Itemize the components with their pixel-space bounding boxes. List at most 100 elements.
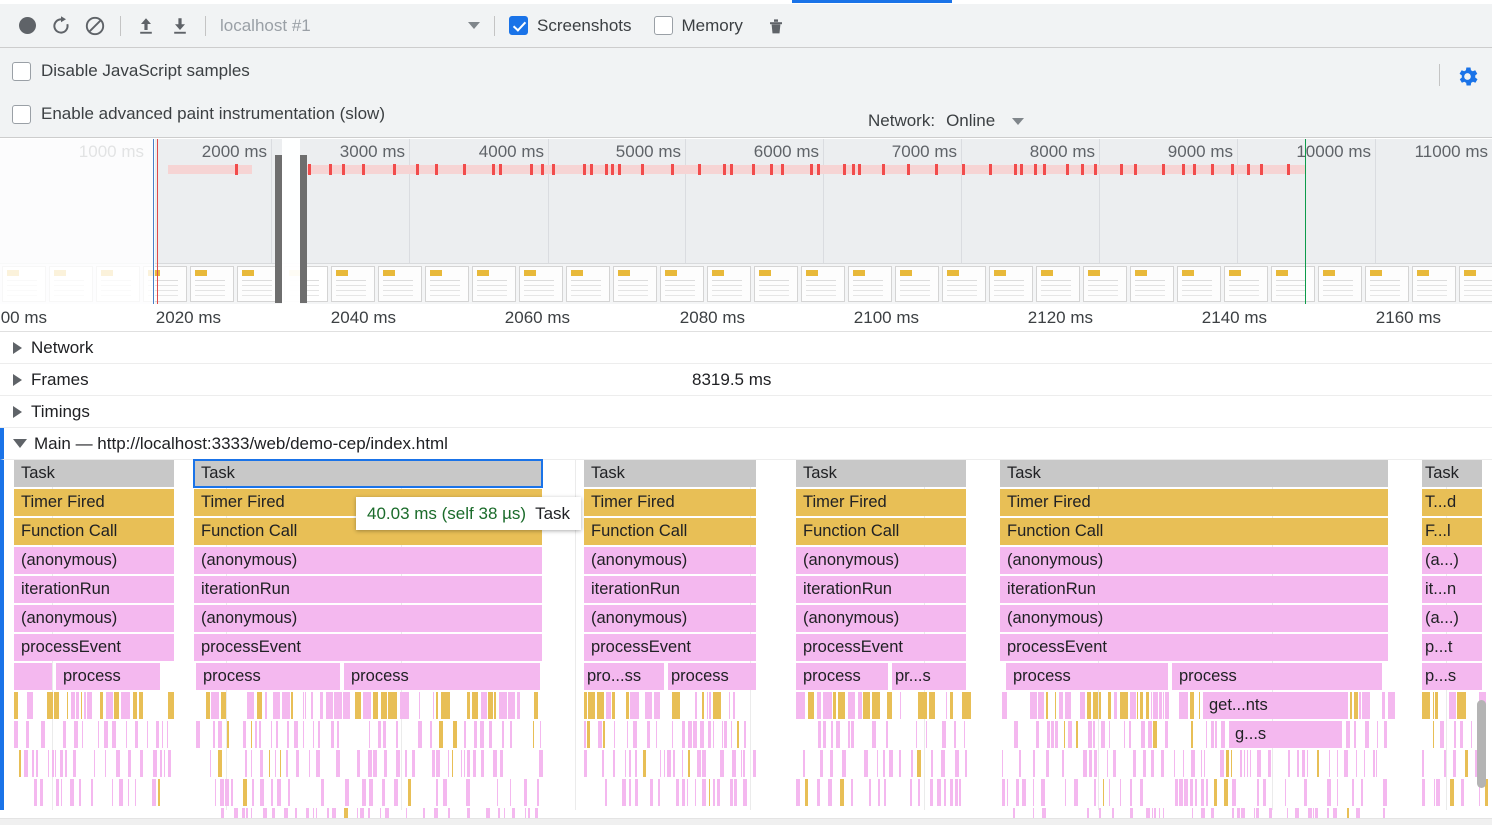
flame-bar-micro[interactable] <box>508 692 515 719</box>
flame-bar-micro[interactable] <box>394 779 398 806</box>
filmstrip-frame[interactable] <box>1177 266 1221 302</box>
flame-bar-micro[interactable] <box>647 721 650 748</box>
overview-window-handle-right[interactable] <box>300 155 307 303</box>
flame-bar-micro[interactable] <box>741 750 742 777</box>
flame-bar-micro[interactable] <box>702 750 706 777</box>
disable-js-samples-checkbox[interactable] <box>12 61 31 81</box>
flame-bar-micro[interactable] <box>926 721 927 748</box>
flame-bar[interactable]: Timer Fired <box>1000 489 1388 516</box>
flame-bar-micro[interactable] <box>26 721 29 748</box>
record-button[interactable] <box>10 9 44 43</box>
flame-bar-micro[interactable] <box>74 721 78 748</box>
flame-bar-micro[interactable] <box>1288 750 1290 777</box>
flame-bar-micro[interactable] <box>955 779 958 806</box>
track-header-timings[interactable]: Timings <box>0 396 1492 428</box>
flame-bar-micro[interactable] <box>1201 750 1202 777</box>
flame-bar[interactable]: iterationRun <box>796 576 966 603</box>
flame-bar[interactable]: process <box>668 663 756 690</box>
flame-bar-micro[interactable] <box>1047 721 1050 748</box>
flame-bar-micro[interactable] <box>629 750 631 777</box>
flame-bar-micro[interactable] <box>709 779 710 806</box>
flame-bar-micro[interactable] <box>362 779 366 806</box>
flame-bar-micro[interactable] <box>937 779 941 806</box>
flame-bar[interactable]: Task <box>1000 460 1388 487</box>
flame-bar-micro[interactable] <box>1257 750 1261 777</box>
flame-bar[interactable]: processEvent <box>796 634 966 661</box>
horizontal-scrollbar[interactable] <box>0 818 1492 825</box>
flame-bar-micro[interactable] <box>702 692 704 719</box>
flame-bar-micro[interactable] <box>432 750 435 777</box>
flame-bar-micro[interactable] <box>493 750 497 777</box>
flame-bar-micro[interactable] <box>408 779 411 806</box>
flame-bar-micro[interactable] <box>1337 750 1338 777</box>
flame-bar-micro[interactable] <box>1019 750 1021 777</box>
flame-bar-micro[interactable] <box>626 692 629 719</box>
flame-bar-micro[interactable] <box>430 721 432 748</box>
flame-bar-micro[interactable] <box>1088 721 1092 748</box>
flame-bar-micro[interactable] <box>287 721 289 748</box>
flame-bar-micro[interactable] <box>260 779 264 806</box>
flame-bar-micro[interactable] <box>384 750 387 777</box>
flame-bar-micro[interactable] <box>47 692 53 719</box>
flame-bar-micro[interactable] <box>540 721 541 748</box>
flame-bar-micro[interactable] <box>1356 750 1357 777</box>
flame-bar-micro[interactable] <box>1471 721 1472 748</box>
flame-bar-micro[interactable] <box>271 721 272 748</box>
flame-bar-micro[interactable] <box>524 779 527 806</box>
flame-bar-micro[interactable] <box>887 692 892 719</box>
flame-bar-micro[interactable] <box>682 750 683 777</box>
flame-bar-micro[interactable] <box>227 721 229 748</box>
flame-bar-micro[interactable] <box>1434 779 1435 806</box>
flame-bar-micro[interactable] <box>1065 779 1066 806</box>
flame-bar-micro[interactable] <box>1143 750 1146 777</box>
flame-bar-micro[interactable] <box>1114 692 1117 719</box>
flame-bar-micro[interactable] <box>517 692 520 719</box>
flame-bar-micro[interactable] <box>733 692 735 719</box>
flame-bar-micro[interactable] <box>135 721 138 748</box>
flame-bar-micro[interactable] <box>918 779 920 806</box>
flame-bar-micro[interactable] <box>625 750 626 777</box>
flame-bar-micro[interactable] <box>1030 692 1037 719</box>
flame-bar-micro[interactable] <box>1146 692 1149 719</box>
flame-bar-micro[interactable] <box>916 721 917 748</box>
flame-bar[interactable]: Task <box>584 460 756 487</box>
flame-bar-micro[interactable] <box>140 750 143 777</box>
flame-bar[interactable]: Function Call <box>584 518 756 545</box>
flame-bar-micro[interactable] <box>275 750 276 777</box>
flame-chart[interactable]: Task Timer Fired Function Call (anonymous) i… <box>0 459 1492 825</box>
flame-bar-micro[interactable] <box>269 750 270 777</box>
flame-bar-micro[interactable] <box>213 721 215 748</box>
flame-bar-micro[interactable] <box>842 750 846 777</box>
flame-bar-micro[interactable] <box>135 779 136 806</box>
flame-bar-micro[interactable] <box>126 721 127 748</box>
flame-bar-micro[interactable] <box>796 692 805 719</box>
flame-bar-micro[interactable] <box>1140 779 1143 806</box>
flame-bar-micro[interactable] <box>612 692 615 719</box>
flame-bar-micro[interactable] <box>76 692 79 719</box>
flame-bar-micro[interactable] <box>282 692 290 719</box>
flame-bar-micro[interactable] <box>872 692 880 719</box>
flame-bar-micro[interactable] <box>863 692 870 719</box>
filmstrip-frame[interactable] <box>848 266 892 302</box>
flame-bar-micro[interactable] <box>247 692 254 719</box>
flame-bar-micro[interactable] <box>252 779 254 806</box>
flame-bar-micro[interactable] <box>1093 692 1098 719</box>
flame-bar-micro[interactable] <box>878 779 880 806</box>
flame-bar-micro[interactable] <box>1344 750 1348 777</box>
flame-bar-micro[interactable] <box>713 779 715 806</box>
flame-bar-micro[interactable] <box>818 721 821 748</box>
flame-bar-micro[interactable] <box>1226 750 1229 777</box>
overview-window-selection[interactable] <box>282 139 300 304</box>
flame-bar-micro[interactable] <box>443 779 447 806</box>
flame-bar-micro[interactable] <box>1297 750 1299 777</box>
filmstrip-frame[interactable] <box>425 266 469 302</box>
flame-bar-micro[interactable] <box>823 692 832 719</box>
flame-bar-micro[interactable] <box>1422 692 1430 719</box>
flame-bar-micro[interactable] <box>1109 779 1110 806</box>
flame-bar-micro[interactable] <box>1159 692 1162 719</box>
flame-bar-micro[interactable] <box>1109 721 1110 748</box>
filmstrip-frame[interactable] <box>613 266 657 302</box>
flame-bar-micro[interactable] <box>363 692 371 719</box>
flame-bar-micro[interactable] <box>588 692 595 719</box>
flame-bar-micro[interactable] <box>584 750 587 777</box>
